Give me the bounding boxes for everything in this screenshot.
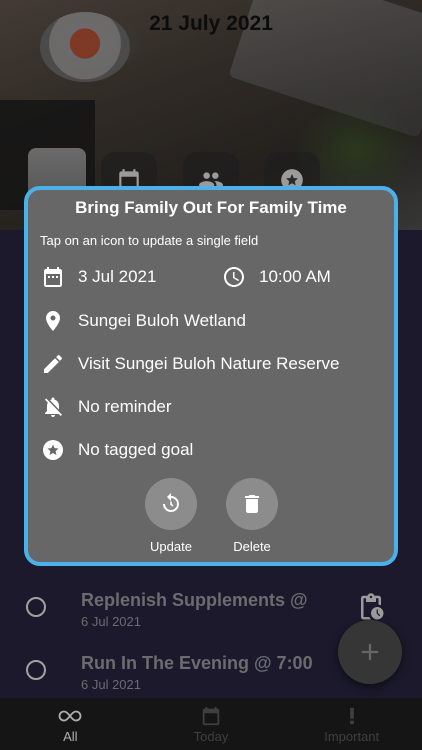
location-field[interactable]: Sungei Buloh Wetland (41, 307, 246, 335)
date-value: 3 Jul 2021 (78, 267, 157, 286)
reminder-value: No reminder (78, 397, 172, 416)
star-badge-icon (43, 440, 63, 460)
location-pin-icon (46, 311, 60, 331)
clock-icon (224, 267, 244, 287)
goal-field[interactable]: No tagged goal (41, 436, 193, 464)
task-detail-dialog: Bring Family Out For Family Time Tap on … (24, 186, 398, 566)
bell-off-icon (45, 397, 62, 417)
description-value: Visit Sungei Buloh Nature Reserve (78, 354, 340, 373)
pencil-icon (44, 354, 63, 373)
goal-value: No tagged goal (78, 440, 194, 459)
description-field[interactable]: Visit Sungei Buloh Nature Reserve (41, 350, 339, 378)
refresh-icon (163, 493, 179, 512)
update-label: Update (150, 539, 192, 554)
dialog-title: Bring Family Out For Family Time (75, 198, 347, 217)
dialog-hint: Tap on an icon to update a single field (40, 233, 259, 248)
location-value: Sungei Buloh Wetland (78, 311, 246, 330)
date-field[interactable]: 3 Jul 2021 (41, 263, 156, 291)
time-field[interactable]: 10:00 AM (222, 263, 331, 291)
delete-action[interactable]: Delete (217, 478, 287, 554)
calendar-icon (44, 267, 62, 287)
delete-button[interactable] (226, 478, 278, 530)
time-value: 10:00 AM (259, 267, 331, 286)
reminder-field[interactable]: No reminder (41, 393, 172, 421)
update-action[interactable]: Update (136, 478, 206, 554)
update-button[interactable] (145, 478, 197, 530)
delete-label: Delete (233, 539, 271, 554)
trash-icon (245, 495, 259, 513)
